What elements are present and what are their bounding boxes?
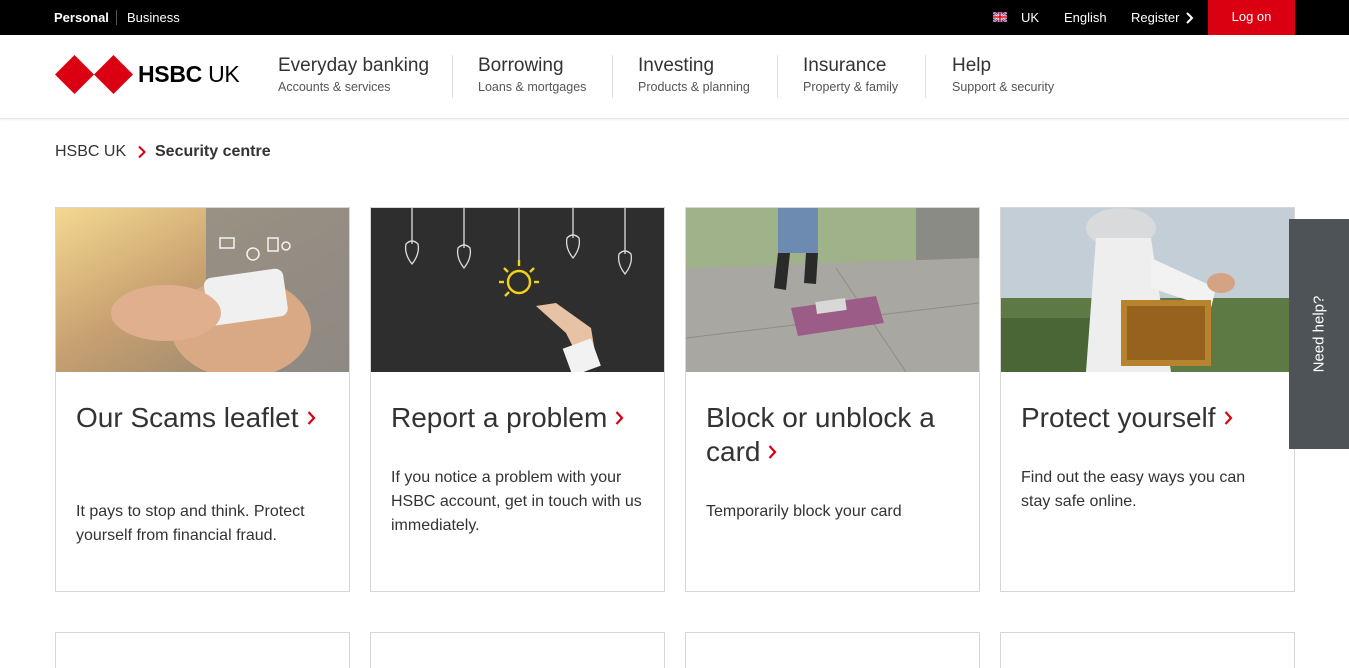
need-help-tab[interactable]: Need help?	[1289, 219, 1349, 449]
card-placeholder[interactable]	[1000, 632, 1295, 668]
card-scams-leaflet[interactable]: Our Scams leaflet It pays to stop and th…	[55, 207, 350, 592]
nav-title: Everyday banking	[278, 55, 430, 76]
hsbc-logo[interactable]: HSBC UK	[55, 55, 240, 95]
lightbulb-photo-icon	[371, 208, 664, 372]
chevron-right-icon	[769, 444, 777, 459]
nav-insurance[interactable]: Insurance Property & family	[803, 55, 898, 99]
chevron-right-icon	[1186, 12, 1194, 24]
smartphone-photo-icon	[56, 208, 349, 372]
card-description: Find out the easy ways you can stay safe…	[1021, 469, 1246, 510]
log-on-button[interactable]: Log on	[1208, 0, 1295, 35]
card-title: Report a problem	[391, 402, 608, 433]
nav-everyday-banking[interactable]: Everyday banking Accounts & services	[278, 55, 429, 99]
nav-subtitle: Accounts & services	[278, 80, 391, 94]
card-placeholder[interactable]	[55, 632, 350, 668]
chevron-right-icon	[138, 145, 146, 159]
chevron-right-icon	[616, 410, 624, 425]
card-block-unblock[interactable]: Block or unblock a card Temporarily bloc…	[685, 207, 980, 592]
card-protect-yourself[interactable]: Protect yourself Find out the easy ways …	[1000, 207, 1295, 592]
nav-investing[interactable]: Investing Products & planning	[638, 55, 750, 99]
breadcrumb-home-link[interactable]: HSBC UK	[55, 143, 126, 161]
business-tab[interactable]: Business	[127, 0, 180, 35]
card-placeholder[interactable]	[370, 632, 665, 668]
card-image	[371, 208, 664, 372]
logo-suffix: UK	[208, 61, 240, 87]
wallet-photo-icon	[686, 208, 979, 372]
card-image	[686, 208, 979, 372]
card-image	[1001, 208, 1294, 372]
nav-title: Help	[952, 55, 992, 76]
top-bar: Personal Business UK English Register Lo…	[0, 0, 1349, 35]
topbar-divider	[116, 10, 117, 25]
nav-title: Insurance	[803, 55, 887, 76]
nav-divider	[612, 55, 613, 98]
nav-divider	[925, 55, 926, 98]
main-header: HSBC UK Everyday banking Accounts & serv…	[0, 35, 1349, 119]
nav-divider	[452, 55, 453, 98]
card-title: Block or unblock a card	[706, 402, 935, 467]
card-title: Protect yourself	[1021, 402, 1216, 433]
language-selector[interactable]: English	[1064, 0, 1107, 35]
breadcrumb-current: Security centre	[155, 143, 271, 160]
nav-subtitle: Property & family	[803, 80, 899, 94]
card-placeholder[interactable]	[685, 632, 980, 668]
personal-tab[interactable]: Personal	[54, 0, 109, 35]
nav-subtitle: Loans & mortgages	[478, 80, 587, 94]
chevron-right-icon	[1224, 410, 1233, 425]
nav-title: Investing	[638, 55, 715, 76]
logo-brand: HSBC	[138, 61, 202, 87]
hsbc-hexagon-icon	[55, 55, 133, 94]
nav-divider	[777, 55, 778, 98]
region-selector[interactable]: UK	[1021, 0, 1039, 35]
nav-help[interactable]: Help Support & security	[952, 55, 1054, 99]
uk-flag-icon	[993, 12, 1007, 22]
nav-title: Borrowing	[478, 55, 564, 76]
card-report-problem[interactable]: Report a problem If you notice a problem…	[370, 207, 665, 592]
register-link[interactable]: Register	[1131, 0, 1179, 35]
card-description: Temporarily block your card	[706, 503, 902, 520]
beekeeper-photo-icon	[1001, 208, 1294, 372]
card-image	[56, 208, 349, 372]
nav-borrowing[interactable]: Borrowing Loans & mortgages	[478, 55, 586, 99]
chevron-right-icon	[307, 410, 316, 425]
nav-subtitle: Products & planning	[638, 80, 750, 94]
card-description: If you notice a problem with your HSBC a…	[391, 469, 642, 534]
need-help-label: Need help?	[1310, 295, 1328, 373]
nav-subtitle: Support & security	[952, 80, 1055, 94]
card-title: Our Scams leaflet	[76, 402, 299, 433]
card-description: It pays to stop and think. Protect yours…	[76, 503, 305, 544]
